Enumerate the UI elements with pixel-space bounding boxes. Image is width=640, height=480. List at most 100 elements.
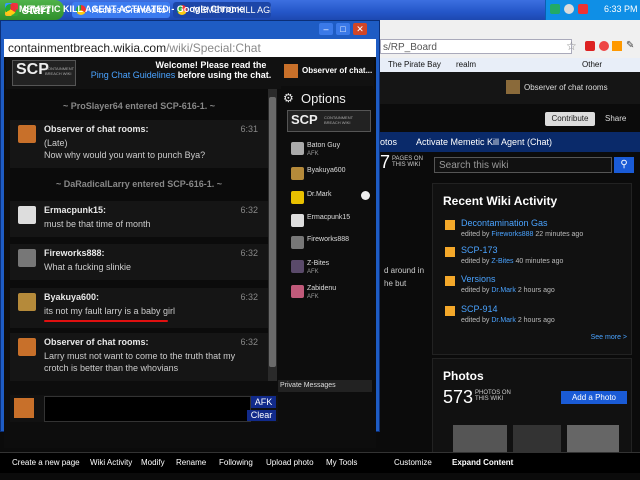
bookmark-item[interactable]: realm [456, 58, 476, 72]
add-photo-button[interactable]: Add a Photo [561, 391, 627, 404]
extension-icon[interactable] [585, 41, 595, 51]
scroll-thumb[interactable] [269, 97, 276, 367]
chat-message: Byakuya600: 6:32 its not my fault larry … [10, 288, 268, 328]
toolbar-following[interactable]: Following [219, 453, 253, 473]
message-author[interactable]: Observer of chat rooms: [44, 337, 149, 347]
page-icon [445, 220, 455, 230]
toolbar-wiki-activity[interactable]: Wiki Activity [90, 453, 132, 473]
bookmark-item[interactable]: The Pirate Bay [388, 58, 441, 72]
photo-thumbnail[interactable] [513, 425, 561, 455]
toolbar-create-page[interactable]: Create a new page [12, 453, 80, 473]
avatar[interactable] [284, 64, 298, 78]
message-input[interactable] [44, 396, 251, 422]
close-button[interactable]: ✕ [353, 23, 367, 35]
avatar[interactable] [18, 338, 36, 356]
message-text: must be that time of month [44, 219, 151, 229]
current-user[interactable]: Observer of chat... [302, 66, 372, 75]
toolbar-expand-content[interactable]: Expand Content [452, 453, 513, 473]
user-menu[interactable]: Observer of chat rooms [524, 83, 608, 92]
see-more-link[interactable]: See more > [591, 334, 627, 341]
activity-item-meta: edited by Fireworks888 22 minutes ago [461, 231, 584, 238]
window-title: MEMETIC KILL AGENT ACTIVATED - Google Ch… [3, 2, 379, 17]
red-underline [44, 320, 168, 322]
chat-message: Ermacpunk15: 6:32 must be that time of m… [10, 201, 268, 237]
toolbar-my-tools[interactable]: My Tools [326, 453, 357, 473]
volume-icon[interactable] [564, 4, 574, 14]
message-author[interactable]: Fireworks888: [44, 248, 105, 258]
activity-item-link[interactable]: SCP-914 [461, 304, 498, 314]
welcome-banner: Welcome! Please read the Ping Chat Guide… [86, 60, 276, 80]
extension-icon[interactable] [612, 41, 622, 51]
activity-item-link[interactable]: SCP-173 [461, 245, 498, 255]
wiki-nav: otos Activate Memetic Kill Agent (Chat) [380, 132, 640, 152]
toolbar-upload-photo[interactable]: Upload photo [266, 453, 314, 473]
message-author[interactable]: Ermacpunk15: [44, 205, 106, 215]
nav-item[interactable]: otos [380, 132, 397, 152]
network-icon[interactable] [550, 4, 560, 14]
options-button[interactable]: ⚙ Options [281, 90, 371, 108]
photo-thumbnail[interactable] [453, 425, 507, 455]
message-text: its not my fault larry is a baby girl [44, 306, 176, 316]
recent-activity-title: Recent Wiki Activity [443, 194, 558, 208]
message-text: What a fucking slinkie [44, 262, 132, 272]
avatar [291, 214, 304, 227]
clear-button[interactable]: Clear [247, 410, 276, 421]
avatar [291, 167, 304, 180]
article-text: d around in [384, 266, 425, 275]
message-author[interactable]: Byakuya600: [44, 292, 99, 302]
star-icon[interactable]: ☆ [566, 39, 577, 53]
security-icon[interactable] [578, 4, 588, 14]
chrome-icon [5, 4, 16, 15]
toolbar-modify[interactable]: Modify [141, 453, 165, 473]
system-tray: 6:33 PM [545, 0, 640, 20]
chat-message: Observer of chat rooms: 6:32 Larry must … [10, 333, 268, 381]
activity-item-link[interactable]: Decontamination Gas [461, 218, 548, 228]
logo-text: SCP [291, 112, 318, 127]
avatar[interactable] [18, 293, 36, 311]
activity-item-link[interactable]: Versions [461, 274, 496, 284]
chat-status-icon [361, 191, 370, 200]
avatar[interactable] [18, 206, 36, 224]
afk-button[interactable]: AFK [251, 396, 276, 408]
message-time: 6:32 [240, 248, 258, 258]
chat-guidelines-link[interactable]: Ping Chat Guidelines [91, 70, 176, 80]
search-icon[interactable]: ⚲ [614, 157, 634, 173]
share-button[interactable]: Share [605, 112, 626, 126]
message-time: 6:32 [240, 292, 258, 302]
photos-count: 573 [443, 387, 474, 407]
message-text: Larry must not want to come to the truth… [44, 351, 236, 373]
search-input[interactable]: Search this wiki [434, 157, 612, 173]
chat-header: SCP CONTAINMENT BREACH WIKI Welcome! Ple… [6, 57, 374, 89]
message-author[interactable]: Observer of chat rooms: [44, 124, 149, 134]
scrollbar[interactable] [268, 89, 277, 381]
contribute-button[interactable]: Contribute [545, 112, 595, 126]
avatar [291, 285, 304, 298]
page-icon [445, 247, 455, 257]
private-messages-header[interactable]: Private Messages [278, 380, 372, 392]
minimize-button[interactable]: – [319, 23, 333, 35]
chat-message: Fireworks888: 6:32 What a fucking slinki… [10, 244, 268, 280]
options-icon: ⚙ [283, 91, 294, 105]
background-address-bar[interactable]: s/RP_Board [380, 39, 572, 54]
message-text: (Late) Now why would you want to punch By… [44, 138, 206, 160]
maximize-button[interactable]: □ [336, 23, 350, 35]
avatar[interactable] [18, 249, 36, 267]
extension-icon[interactable] [599, 41, 609, 51]
toolbar-rename[interactable]: Rename [176, 453, 206, 473]
toolbar-customize[interactable]: Customize [394, 453, 432, 473]
avatar[interactable] [18, 125, 36, 143]
wrench-icon[interactable]: ✎ [626, 40, 634, 51]
scp-logo: SCP CONTAINMENT BREACH WIKI [287, 110, 371, 132]
avatar[interactable] [506, 80, 520, 94]
nav-item-chat[interactable]: Activate Memetic Kill Agent (Chat) [416, 132, 552, 152]
clock: 6:33 PM [604, 4, 638, 14]
inline-alert: ~ DaRadicalLarry entered SCP-616-1. ~ [55, 179, 223, 189]
pages-label: PAGES ON THIS WIKI [392, 156, 423, 168]
page-icon [445, 276, 455, 286]
address-bar[interactable]: containmentbreach.wikia.com/wiki/Special… [4, 39, 376, 57]
wiki-header: Observer of chat rooms [380, 72, 640, 104]
welcome-line: before using the chat. [177, 70, 272, 80]
photos-label: PHOTOS ON THIS WIKI [475, 390, 511, 402]
photo-thumbnail[interactable] [567, 425, 619, 455]
avatar[interactable] [14, 398, 34, 418]
